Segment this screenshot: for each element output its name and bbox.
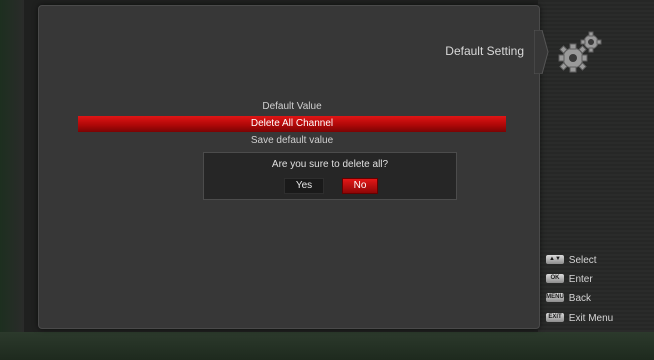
exit-key-icon: EXIT (546, 312, 564, 322)
gears-icon (558, 31, 602, 73)
page-title: Default Setting (445, 44, 524, 58)
ok-key-icon: OK (546, 273, 564, 283)
menu-item-save-default-value[interactable]: Save default value (78, 133, 506, 149)
help-select: ▲▼ Select (546, 254, 597, 268)
help-exit-menu-label: Exit Menu (568, 313, 614, 324)
help-exit-menu: EXIT Exit Menu (546, 312, 613, 326)
menu-key-icon: MENU (546, 292, 564, 302)
background-bottom (0, 332, 654, 360)
help-enter-label: Enter (568, 274, 593, 285)
dialog-message: Are you sure to delete all? (271, 159, 389, 170)
no-button[interactable]: No (342, 178, 378, 194)
confirm-dialog: Are you sure to delete all? Yes No (203, 152, 457, 200)
help-enter: OK Enter (546, 273, 593, 287)
yes-button[interactable]: Yes (284, 178, 324, 194)
background-left (0, 0, 24, 360)
title-tab-notch (534, 30, 549, 74)
up-down-key-icon: ▲▼ (546, 254, 564, 264)
help-back: MENU Back (546, 292, 591, 306)
header: Default Setting (430, 32, 540, 72)
help-select-label: Select (568, 255, 597, 266)
menu-item-delete-all-channel[interactable]: Delete All Channel (78, 116, 506, 132)
menu-item-default-value[interactable]: Default Value (78, 99, 506, 115)
help-back-label: Back (568, 293, 592, 304)
